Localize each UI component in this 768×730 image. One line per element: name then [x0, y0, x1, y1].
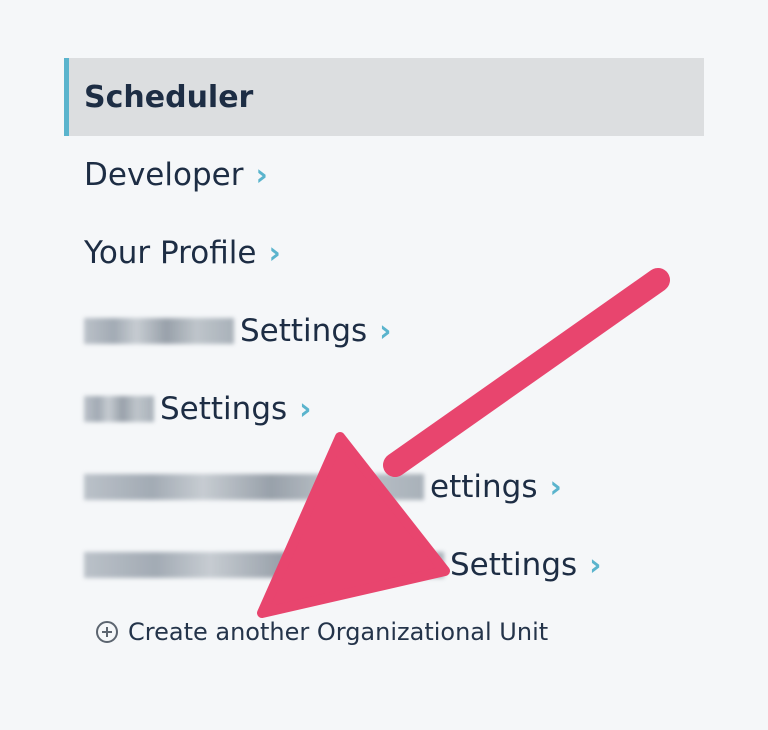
create-org-unit-label: Create another Organizational Unit	[128, 618, 549, 646]
plus-circle-icon	[96, 621, 118, 643]
sidebar-nav: Scheduler Developer › Your Profile › Set…	[64, 58, 704, 604]
redacted-text	[84, 552, 444, 578]
nav-item-your-profile[interactable]: Your Profile ›	[64, 214, 704, 292]
nav-item-settings-3[interactable]: ettings ›	[64, 448, 704, 526]
nav-item-label: Developer	[84, 157, 244, 193]
redacted-text	[84, 318, 234, 344]
nav-item-label: Your Profile	[84, 235, 257, 271]
chevron-right-icon: ›	[549, 469, 562, 505]
create-org-unit-link[interactable]: Create another Organizational Unit	[96, 618, 548, 646]
redacted-text	[84, 474, 424, 500]
chevron-right-icon: ›	[255, 157, 268, 193]
nav-item-settings-4[interactable]: Settings ›	[64, 526, 704, 604]
nav-item-label: Scheduler	[84, 79, 254, 115]
nav-item-developer[interactable]: Developer ›	[64, 136, 704, 214]
nav-item-label: Settings	[160, 391, 288, 427]
nav-item-label: ettings	[430, 469, 538, 505]
nav-item-scheduler[interactable]: Scheduler	[64, 58, 704, 136]
redacted-text	[84, 396, 154, 422]
chevron-right-icon: ›	[299, 391, 312, 427]
nav-item-label: Settings	[240, 313, 368, 349]
nav-item-settings-2[interactable]: Settings ›	[64, 370, 704, 448]
nav-item-settings-1[interactable]: Settings ›	[64, 292, 704, 370]
chevron-right-icon: ›	[268, 235, 281, 271]
chevron-right-icon: ›	[379, 313, 392, 349]
chevron-right-icon: ›	[589, 547, 602, 583]
nav-item-label: Settings	[450, 547, 578, 583]
